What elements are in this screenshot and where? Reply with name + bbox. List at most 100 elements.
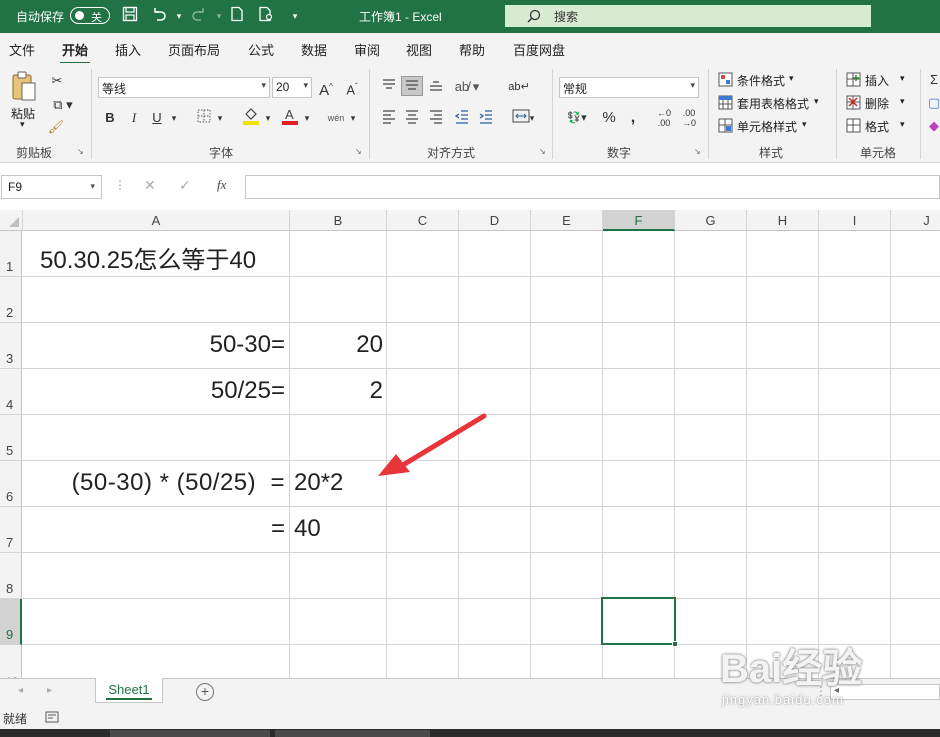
fill-color-icon[interactable]: [241, 106, 261, 126]
row-header-3[interactable]: 3: [0, 323, 22, 369]
select-all-corner[interactable]: [0, 210, 23, 231]
align-top-icon[interactable]: [378, 77, 400, 97]
row-header-1[interactable]: 1: [0, 231, 22, 277]
col-header-j[interactable]: J: [891, 210, 940, 231]
percent-icon[interactable]: %: [598, 108, 620, 128]
number-format-dropdown[interactable]: 常规 ▾: [559, 77, 699, 98]
cell-a4[interactable]: 50/25=: [23, 377, 285, 405]
sheet-tab-sheet1[interactable]: Sheet1: [95, 678, 163, 703]
increase-font-icon[interactable]: A^: [316, 77, 336, 99]
decrease-font-icon[interactable]: Aˇ: [342, 77, 362, 97]
copy-icon[interactable]: ⧉ ▾: [46, 95, 80, 115]
row-header-8[interactable]: 8: [0, 553, 22, 599]
scroll-right-sheet-icon[interactable]: ▸: [47, 685, 52, 696]
redo-dropdown-icon[interactable]: ▾: [210, 6, 228, 26]
cell-b7[interactable]: 40: [294, 515, 321, 543]
selected-cell-f9[interactable]: [601, 597, 678, 647]
col-header-h[interactable]: H: [747, 210, 819, 231]
align-center-icon[interactable]: [401, 108, 423, 128]
fill-color-dropdown-icon[interactable]: ▾: [262, 108, 274, 128]
macro-record-icon[interactable]: [45, 711, 59, 723]
print-preview-icon[interactable]: [257, 6, 275, 26]
enter-icon[interactable]: ✓: [179, 177, 191, 194]
phonetic-dropdown-icon[interactable]: ▾: [347, 108, 359, 128]
undo-icon[interactable]: [150, 6, 168, 26]
wrap-text-icon[interactable]: ab↵: [508, 77, 530, 97]
cell-a6[interactable]: (50-30) * (50/25) =: [23, 469, 285, 497]
tab-page-layout[interactable]: 页面布局: [168, 40, 220, 59]
tab-help[interactable]: 帮助: [459, 40, 485, 59]
decrease-decimal-icon[interactable]: .00 →0: [678, 108, 700, 128]
col-header-d[interactable]: D: [459, 210, 531, 231]
taskbar-item[interactable]: [275, 730, 430, 737]
cell-b4[interactable]: 2: [290, 377, 383, 405]
paste-icon[interactable]: [10, 71, 38, 105]
cell-a1[interactable]: 50.30.25怎么等于40: [40, 240, 256, 275]
accounting-format-icon[interactable]: 💱▾: [560, 108, 594, 128]
row-header-7[interactable]: 7: [0, 507, 22, 553]
align-bottom-icon[interactable]: [425, 77, 447, 97]
row-header-9[interactable]: 9: [0, 599, 22, 645]
format-painter-icon[interactable]: 🖌: [46, 117, 66, 137]
tab-home[interactable]: 开始: [59, 40, 91, 65]
row-header-6[interactable]: 6: [0, 461, 22, 507]
font-size-dropdown[interactable]: 20 ▾: [272, 77, 312, 98]
increase-decimal-icon[interactable]: ←0.00: [653, 108, 675, 128]
col-header-b[interactable]: B: [290, 210, 387, 231]
redo-icon[interactable]: [190, 6, 208, 26]
save-icon[interactable]: [121, 6, 139, 26]
taskbar-item[interactable]: [110, 730, 270, 737]
search-box[interactable]: 搜索: [505, 5, 871, 27]
col-header-i[interactable]: I: [819, 210, 891, 231]
tab-review[interactable]: 审阅: [354, 40, 380, 59]
fill-handle[interactable]: [672, 641, 678, 647]
row-header-2[interactable]: 2: [0, 277, 22, 323]
formula-input[interactable]: [245, 175, 940, 199]
orientation-icon[interactable]: ab̸ ▾: [451, 77, 483, 97]
autosum-icon[interactable]: Σ: [928, 70, 940, 90]
font-color-dropdown-icon[interactable]: ▾: [301, 108, 313, 128]
phonetic-icon[interactable]: wén: [325, 108, 347, 128]
underline-button[interactable]: U: [149, 108, 165, 128]
col-header-c[interactable]: C: [387, 210, 459, 231]
cell-b6[interactable]: 20*2: [294, 469, 343, 497]
underline-dropdown-icon[interactable]: ▾: [168, 108, 180, 128]
cut-icon[interactable]: ✂: [48, 71, 66, 91]
paste-dropdown-icon[interactable]: ▾: [20, 119, 25, 130]
italic-button[interactable]: I: [126, 108, 142, 128]
col-header-e[interactable]: E: [531, 210, 603, 231]
tab-data[interactable]: 数据: [301, 40, 327, 59]
insert-function-icon[interactable]: fx: [217, 177, 226, 193]
increase-indent-icon[interactable]: [475, 108, 497, 128]
tab-baidu-netdisk[interactable]: 百度网盘: [513, 40, 565, 59]
spreadsheet-grid[interactable]: A B C D E F G H I J 1 2 3 4 5 6 7 8 9 10…: [0, 210, 940, 678]
fill-icon[interactable]: ▢: [928, 93, 940, 113]
clipboard-launcher-icon[interactable]: ↘: [77, 147, 84, 156]
borders-dropdown-icon[interactable]: ▾: [214, 108, 226, 128]
font-launcher-icon[interactable]: ↘: [355, 147, 362, 156]
col-header-a[interactable]: A: [23, 210, 290, 231]
autosave-toggle[interactable]: 关: [70, 7, 110, 24]
new-doc-icon[interactable]: [228, 6, 246, 26]
number-launcher-icon[interactable]: ↘: [694, 147, 701, 156]
undo-dropdown-icon[interactable]: ▾: [170, 6, 188, 26]
tab-view[interactable]: 视图: [406, 40, 432, 59]
cell-a7[interactable]: =: [23, 515, 285, 543]
add-sheet-icon[interactable]: +: [196, 683, 214, 701]
bold-button[interactable]: B: [102, 108, 118, 128]
comma-style-icon[interactable]: ,: [623, 108, 643, 128]
scroll-left-sheet-icon[interactable]: ◂: [18, 685, 23, 696]
col-header-g[interactable]: G: [675, 210, 747, 231]
merge-center-icon[interactable]: ▾: [505, 108, 541, 128]
cancel-icon[interactable]: ✕: [144, 177, 156, 194]
clear-icon[interactable]: ◆: [928, 116, 940, 136]
row-header-4[interactable]: 4: [0, 369, 22, 415]
name-box[interactable]: F9 ▾: [1, 175, 102, 199]
customize-qat-icon[interactable]: ▾: [286, 6, 304, 26]
font-color-icon[interactable]: A: [280, 106, 300, 126]
alignment-launcher-icon[interactable]: ↘: [539, 147, 546, 156]
cell-b3[interactable]: 20: [290, 331, 383, 359]
align-left-icon[interactable]: [378, 108, 400, 128]
align-middle-icon[interactable]: [401, 76, 423, 96]
decrease-indent-icon[interactable]: [451, 108, 473, 128]
